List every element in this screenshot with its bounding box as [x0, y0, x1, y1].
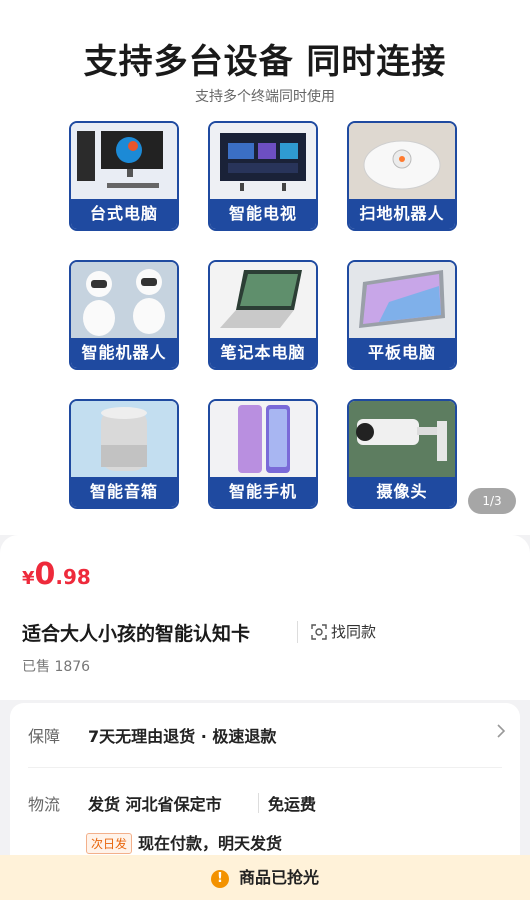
price-decimal: .98 — [55, 565, 91, 589]
find-similar-label: 找同款 — [331, 623, 377, 641]
smart-tv-icon — [210, 123, 316, 199]
image-pager-indicator: 1/3 — [468, 488, 516, 514]
currency-symbol: ¥ — [22, 568, 35, 589]
find-similar-button[interactable]: 找同款 — [311, 621, 376, 642]
camera-icon — [349, 401, 455, 477]
logistics-divider — [258, 793, 259, 813]
smartphone-icon — [210, 401, 316, 477]
product-image-carousel[interactable]: 支持多台设备 同时连接 支持多个终端同时使用 台式电脑 智能电视 扫地机器人 智… — [0, 0, 530, 535]
ship-note: 现在付款，明天发货 — [138, 834, 283, 853]
warning-icon: ! — [210, 870, 229, 888]
smart-speaker-icon — [71, 401, 177, 477]
device-label: 智能电视 — [210, 199, 316, 229]
device-label: 扫地机器人 — [349, 199, 455, 229]
device-label: 智能音箱 — [71, 477, 177, 507]
device-card-tv: 智能电视 — [208, 121, 318, 231]
device-label: 笔记本电脑 — [210, 338, 316, 368]
device-card-camera: 摄像头 — [347, 399, 457, 509]
desktop-computer-icon — [71, 123, 177, 199]
guarantee-text: 7天无理由退货 · 极速退款 — [88, 727, 277, 746]
device-label: 摄像头 — [349, 477, 455, 507]
price-integer: 0 — [34, 557, 56, 592]
price: ¥0.98 — [22, 557, 91, 592]
hero-subtitle: 支持多个终端同时使用 — [195, 89, 335, 105]
device-label: 平板电脑 — [349, 338, 455, 368]
device-label: 智能机器人 — [71, 338, 177, 368]
chevron-right-icon — [497, 724, 506, 738]
device-card-desktop: 台式电脑 — [69, 121, 179, 231]
device-card-tablet: 平板电脑 — [347, 260, 457, 370]
sold-out-bar: ! 商品已抢光 — [0, 855, 530, 900]
laptop-icon — [210, 262, 316, 338]
device-card-speaker: 智能音箱 — [69, 399, 179, 509]
ship-from: 发货 河北省保定市 — [88, 795, 222, 814]
device-card-phone: 智能手机 — [208, 399, 318, 509]
logistics-label: 物流 — [28, 795, 61, 814]
scan-search-icon — [311, 624, 327, 640]
device-card-laptop: 笔记本电脑 — [208, 260, 318, 370]
device-label: 台式电脑 — [71, 199, 177, 229]
next-day-badge: 次日发 — [86, 833, 133, 854]
product-info: ¥0.98 适合大人小孩的智能认知卡 找同款 已售 1876 保障 7天无理由退… — [0, 535, 530, 903]
sold-out-text: 商品已抢光 — [238, 868, 319, 887]
hero-title: 支持多台设备 同时连接 — [83, 42, 447, 82]
row-divider — [28, 767, 502, 768]
device-card-robot-vacuum: 扫地机器人 — [347, 121, 457, 231]
title-divider — [297, 621, 298, 643]
product-title: 适合大人小孩的智能认知卡 — [22, 623, 251, 645]
tablet-icon — [349, 262, 455, 338]
device-label: 智能手机 — [210, 477, 316, 507]
guarantee-label: 保障 — [28, 727, 61, 746]
smart-robot-icon — [71, 262, 177, 338]
device-card-smart-robot: 智能机器人 — [69, 260, 179, 370]
free-shipping: 免运费 — [268, 795, 317, 814]
product-summary: ¥0.98 适合大人小孩的智能认知卡 找同款 已售 1876 — [0, 535, 530, 700]
robot-vacuum-icon — [349, 123, 455, 199]
sold-count: 已售 1876 — [22, 659, 91, 675]
